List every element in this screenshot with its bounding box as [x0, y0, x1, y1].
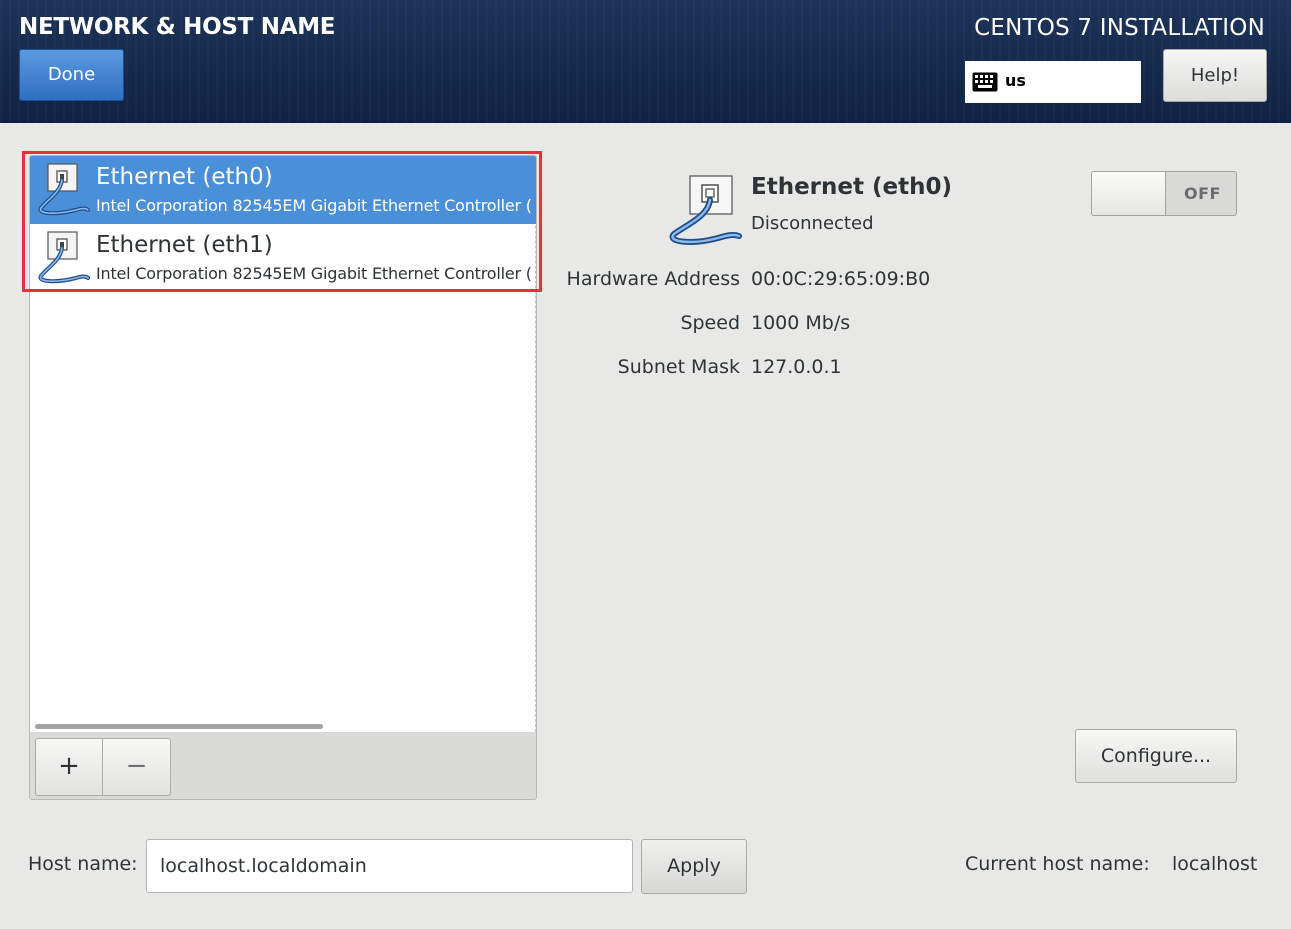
device-detail-name: Ethernet (eth0) — [751, 174, 952, 200]
keyboard-layout-indicator[interactable]: us — [965, 61, 1141, 103]
subnet-mask-value: 127.0.0.1 — [751, 356, 842, 378]
speed-value: 1000 Mb/s — [751, 312, 851, 334]
speed-label: Speed — [680, 312, 740, 334]
hardware-address-label: Hardware Address — [566, 268, 740, 290]
configure-button[interactable]: Configure... — [1075, 729, 1237, 783]
device-name: Ethernet (eth0) — [96, 164, 273, 190]
product-title: CENTOS 7 INSTALLATION — [974, 15, 1265, 41]
device-on-off-switch[interactable]: OFF — [1091, 171, 1237, 216]
remove-device-button[interactable]: − — [103, 738, 171, 796]
subnet-mask-label: Subnet Mask — [617, 356, 740, 378]
device-description: Intel Corporation 82545EM Gigabit Ethern… — [96, 196, 532, 215]
current-host-name-value: localhost — [1172, 853, 1258, 875]
horizontal-scrollbar[interactable] — [35, 724, 323, 729]
apply-button[interactable]: Apply — [641, 839, 747, 894]
switch-knob — [1092, 172, 1166, 215]
current-host-name-label: Current host name: — [965, 853, 1150, 875]
host-name-label: Host name: — [28, 853, 138, 875]
ethernet-cable-icon — [662, 172, 742, 252]
keyboard-layout-label: us — [1005, 71, 1026, 90]
device-status: Disconnected — [751, 213, 874, 234]
page-title: NETWORK & HOST NAME — [19, 14, 336, 40]
device-description: Intel Corporation 82545EM Gigabit Ethern… — [96, 264, 532, 283]
top-bar: NETWORK & HOST NAME Done CENTOS 7 INSTAL… — [0, 0, 1291, 123]
switch-state-label: OFF — [1184, 184, 1221, 203]
device-row-eth0[interactable]: Ethernet (eth0) Intel Corporation 82545E… — [30, 156, 536, 224]
host-name-input[interactable] — [146, 839, 633, 893]
hardware-address-value: 00:0C:29:65:09:B0 — [751, 268, 931, 290]
network-device-list[interactable]: Ethernet (eth0) Intel Corporation 82545E… — [30, 156, 536, 732]
device-name: Ethernet (eth1) — [96, 232, 273, 258]
network-device-panel: Ethernet (eth0) Intel Corporation 82545E… — [29, 155, 537, 800]
help-button[interactable]: Help! — [1163, 49, 1267, 102]
done-button[interactable]: Done — [19, 49, 124, 101]
ethernet-cable-icon — [34, 231, 90, 289]
device-row-eth1[interactable]: Ethernet (eth1) Intel Corporation 82545E… — [30, 224, 536, 292]
add-device-button[interactable]: + — [35, 738, 103, 796]
ethernet-cable-icon — [34, 163, 90, 221]
keyboard-icon — [972, 72, 998, 96]
